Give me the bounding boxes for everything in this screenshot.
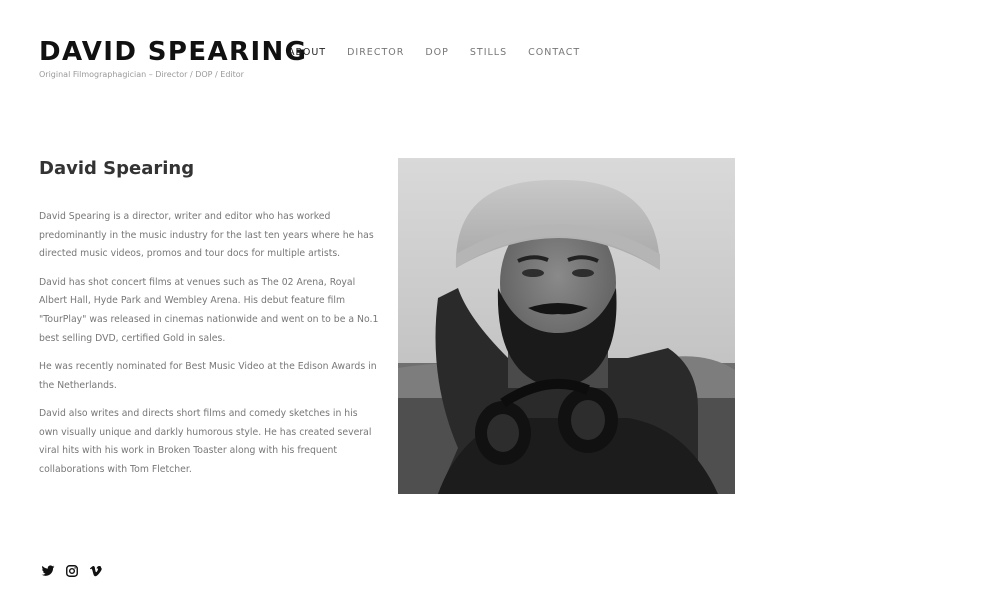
nav-item-stills[interactable]: STILLS <box>470 46 507 60</box>
site-tagline: Original Filmographagician – Director / … <box>39 70 244 79</box>
main-nav: ABOUT DIRECTOR DOP STILLS CONTACT <box>288 46 601 60</box>
bio-paragraph: He was recently nominated for Best Music… <box>39 360 377 391</box>
vimeo-icon[interactable] <box>89 564 103 578</box>
nav-item-dop[interactable]: DOP <box>425 46 449 60</box>
about-heading: David Spearing <box>39 158 195 179</box>
site-title[interactable]: DAVID SPEARING <box>39 34 307 70</box>
bio-text: David Spearing is a director, writer and… <box>39 208 379 489</box>
twitter-icon[interactable] <box>41 564 55 578</box>
bio-paragraph: David also writes and directs short film… <box>39 407 372 475</box>
nav-item-about[interactable]: ABOUT <box>288 46 326 60</box>
instagram-icon[interactable] <box>65 564 79 578</box>
portrait-photo <box>398 158 735 494</box>
nav-item-director[interactable]: DIRECTOR <box>347 46 404 60</box>
social-links <box>41 564 103 578</box>
bio-paragraph: David Spearing is a director, writer and… <box>39 211 374 260</box>
bio-paragraph: David has shot concert films at venues s… <box>39 276 379 344</box>
nav-item-contact[interactable]: CONTACT <box>528 46 580 60</box>
